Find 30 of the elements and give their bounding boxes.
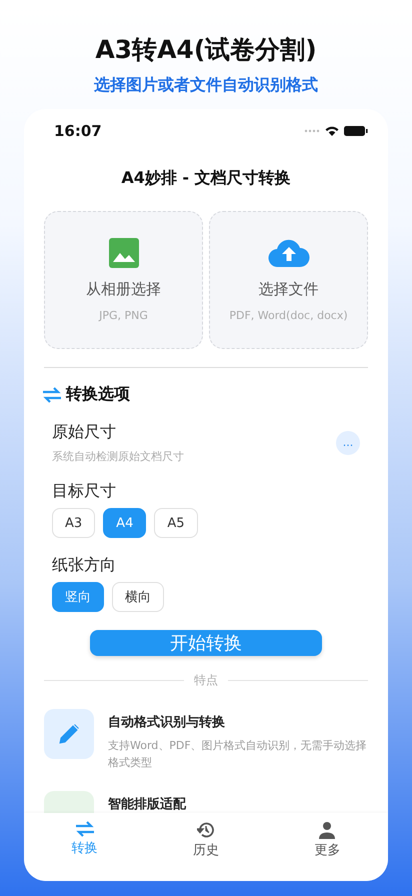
tab[interactable]: 更多 [266,813,388,881]
screen-title: A4妙排 - 文档尺寸转换 [120,167,292,189]
status-time: 16:07 [54,122,102,140]
page-subtitle: 选择图片或者文件自动识别格式 [94,74,318,96]
pencil-icon [44,709,94,759]
section-title: 转换选项 [66,384,130,405]
upload-option[interactable]: 选择文件 PDF, Word(doc, docx) [209,211,368,349]
signal-dots-icon [304,129,320,133]
option-chip[interactable]: A3 [52,508,96,538]
battery-icon [344,126,368,136]
upload-option[interactable]: 从相册选择 JPG, PNG [44,211,203,349]
option-chip[interactable]: A5 [154,508,198,538]
field-label: 纸张方向 [52,554,117,576]
image-icon [108,238,138,268]
field-label: 目标尺寸 [52,480,117,502]
field-label: 原始尺寸 [52,421,117,443]
feature-description: 支持Word、PDF、图片格式自动识别，无需手动选择格式类型 [108,738,368,771]
person-icon [318,821,336,839]
wifi-icon [325,126,339,136]
feature-title: 智能排版适配 [108,796,186,813]
tab[interactable]: 历史 [145,813,267,881]
option-chip[interactable]: 横向 [112,582,164,612]
feature-title: 自动格式识别与转换 [108,714,226,731]
field-hint: 系统自动检测原始文档尺寸 [52,449,184,464]
swap-icon [74,821,95,837]
swap-icon [42,386,62,402]
page-title: A3转A4(试卷分割) [95,34,317,66]
history-icon [196,821,215,839]
cloud-upload-icon [268,238,310,268]
section-heading: 特点 [194,672,218,689]
